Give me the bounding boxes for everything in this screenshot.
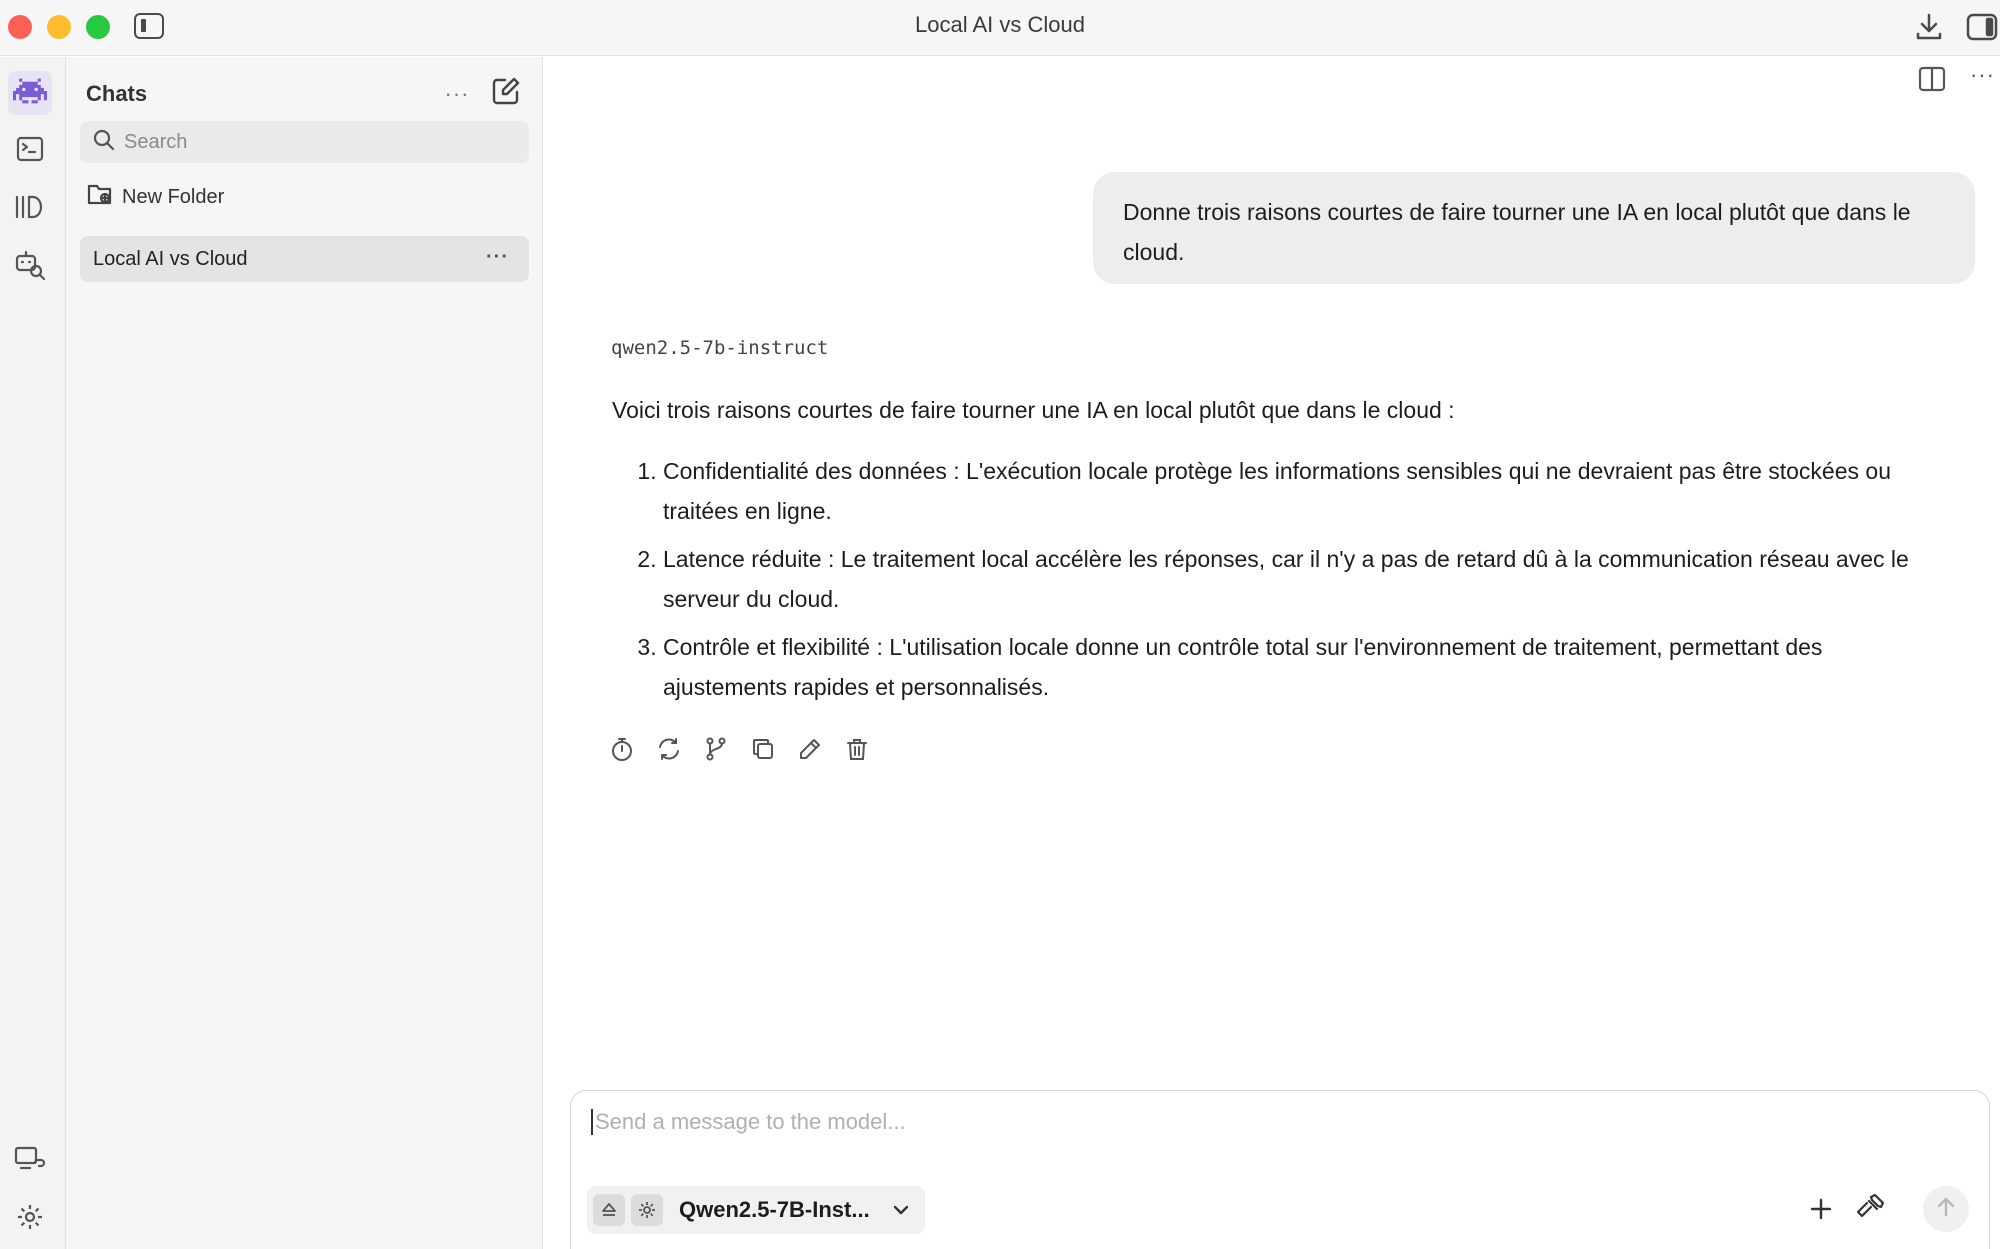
trash-icon[interactable]	[843, 735, 871, 763]
icon-rail	[0, 57, 66, 1249]
answer-list: Confidentialité des données : L'exécutio…	[612, 451, 1942, 707]
edit-pencil-icon[interactable]	[796, 735, 824, 763]
chat-list-item-label: Local AI vs Cloud	[93, 247, 248, 270]
message-composer: Qwen2.5-7B-Inst...	[570, 1090, 1990, 1249]
model-picker-label: Qwen2.5-7B-Inst...	[679, 1197, 870, 1222]
chat-item-more-button[interactable]: ···	[486, 246, 509, 269]
tools-button[interactable]	[1853, 1191, 1887, 1225]
new-chat-button[interactable]	[490, 75, 522, 107]
compose-icon	[490, 77, 522, 111]
rail-discover-button[interactable]	[8, 245, 52, 289]
search-input[interactable]	[124, 130, 504, 154]
search-icon	[80, 128, 116, 157]
terminal-icon	[15, 134, 45, 169]
sidebar-more-button[interactable]: ···	[442, 79, 472, 109]
branch-icon[interactable]	[702, 735, 730, 763]
rail-terminal-button[interactable]	[8, 129, 52, 173]
hammer-icon	[1853, 1193, 1887, 1229]
download-icon[interactable]	[1912, 10, 1946, 44]
new-folder-button[interactable]: New Folder	[86, 181, 224, 213]
model-name-label: qwen2.5-7b-instruct	[611, 337, 829, 359]
attach-plus-button[interactable]	[1804, 1192, 1838, 1226]
space-invader-icon	[13, 77, 47, 110]
window-title: Local AI vs Cloud	[915, 12, 1085, 37]
model-picker[interactable]: Qwen2.5-7B-Inst...	[587, 1186, 925, 1234]
answer-point: Contrôle et flexibilité : L'utilisation …	[663, 627, 1942, 707]
library-icon	[13, 192, 47, 227]
folder-plus-icon	[86, 181, 122, 213]
rail-chat-button[interactable]	[8, 71, 52, 115]
rail-developer-button[interactable]	[8, 1139, 52, 1183]
copy-icon[interactable]	[749, 735, 777, 763]
arrow-up-icon	[1933, 1194, 1959, 1225]
split-view-icon[interactable]	[1917, 64, 1947, 94]
message-input[interactable]	[591, 1109, 1891, 1135]
regenerate-icon[interactable]	[655, 735, 683, 763]
gear-icon	[15, 1202, 45, 1237]
stopwatch-icon[interactable]	[608, 735, 636, 763]
plus-icon	[1804, 1198, 1838, 1230]
answer-point: Latence réduite : Le traitement local ac…	[663, 539, 1942, 619]
monitor-link-icon	[13, 1144, 47, 1179]
user-message-bubble: Donne trois raisons courtes de faire tou…	[1093, 172, 1975, 284]
right-panel-toggle-icon[interactable]	[1965, 10, 1999, 44]
answer-intro: Voici trois raisons courtes de faire tou…	[612, 397, 1455, 423]
rail-settings-button[interactable]	[8, 1197, 52, 1241]
title-bar: Local AI vs Cloud	[0, 0, 2000, 56]
chats-sidebar: Chats ··· New Folder Local AI vs Cloud	[66, 57, 543, 1249]
answer-point: Confidentialité des données : L'exécutio…	[663, 451, 1942, 531]
robot-search-icon	[13, 248, 47, 287]
search-box[interactable]	[80, 121, 529, 163]
assistant-message: Voici trois raisons courtes de faire tou…	[612, 390, 1942, 715]
chevron-down-icon	[889, 1198, 913, 1227]
main-more-button[interactable]: ···	[1970, 62, 1995, 88]
new-folder-label: New Folder	[122, 185, 225, 208]
sidebar-title: Chats	[86, 81, 148, 106]
eject-icon[interactable]	[593, 1194, 625, 1226]
chat-list-item[interactable]: Local AI vs Cloud ···	[80, 236, 529, 282]
send-button[interactable]	[1923, 1186, 1969, 1232]
rail-models-button[interactable]	[8, 187, 52, 231]
model-settings-gear-icon[interactable]	[631, 1194, 663, 1226]
message-actions	[608, 735, 871, 763]
